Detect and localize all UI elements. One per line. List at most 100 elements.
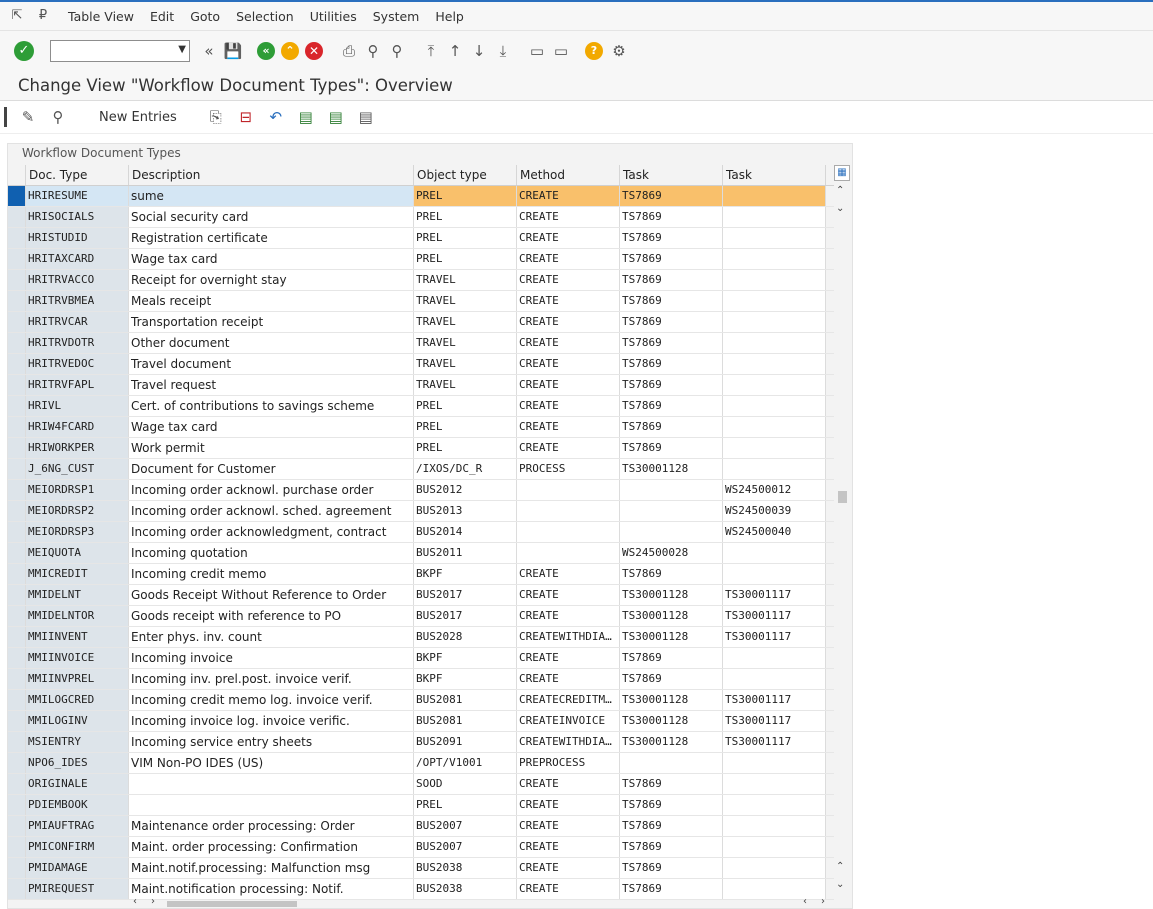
task-2-cell[interactable] [723,648,826,668]
description-cell[interactable]: VIM Non-PO IDES (US) [129,753,414,773]
select-block-icon[interactable]: ▤ [325,106,347,128]
scroll-page-down-icon[interactable]: ⌄ [836,879,844,890]
row-selector[interactable] [8,375,26,395]
method-cell[interactable]: CREATE [517,417,620,437]
row-selector[interactable] [8,774,26,794]
doc-type-cell[interactable]: HRIW4FCARD [26,417,129,437]
description-cell[interactable]: Meals receipt [129,291,414,311]
row-selector[interactable] [8,354,26,374]
task-2-cell[interactable] [723,396,826,416]
task-cell[interactable]: TS7869 [620,207,723,227]
task-cell[interactable]: TS7869 [620,564,723,584]
menu-utilities[interactable]: Utilities [310,9,357,24]
task-2-cell[interactable] [723,564,826,584]
customize-layout-icon[interactable]: ₽ [34,9,52,23]
table-row[interactable]: MMIINVOICE Incoming invoice BKPF CREATE TS78… [8,648,834,669]
object-type-cell[interactable]: TRAVEL [414,333,517,353]
task-cell[interactable]: TS7869 [620,795,723,815]
doc-type-cell[interactable]: PDIEMBOOK [26,795,129,815]
row-selector[interactable] [8,291,26,311]
row-selector[interactable] [8,711,26,731]
method-cell[interactable]: CREATE [517,669,620,689]
doc-type-cell[interactable]: MMIINVPREL [26,669,129,689]
description-cell[interactable]: Cert. of contributions to savings scheme [129,396,414,416]
row-selector[interactable] [8,753,26,773]
task-2-cell[interactable] [723,816,826,836]
description-cell[interactable]: Receipt for overnight stay [129,270,414,290]
task-cell[interactable]: TS30001128 [620,606,723,626]
task-cell[interactable]: TS7869 [620,669,723,689]
select-all-icon[interactable]: ▤ [295,106,317,128]
doc-type-cell[interactable]: HRITAXCARD [26,249,129,269]
task-cell[interactable]: TS30001128 [620,711,723,731]
row-selector[interactable] [8,669,26,689]
enter-button[interactable]: ✓ [14,40,36,62]
task-cell[interactable]: WS24500028 [620,543,723,563]
doc-type-cell[interactable]: MEIORDRSP3 [26,522,129,542]
table-row[interactable]: HRISTUDID Registration certificate PREL CRE… [8,228,834,249]
help-button[interactable]: ? [584,40,606,62]
object-type-cell[interactable]: BUS2091 [414,732,517,752]
task-cell[interactable]: TS7869 [620,774,723,794]
task-2-cell[interactable] [723,459,826,479]
doc-type-cell[interactable]: PMIAUFTRAG [26,816,129,836]
description-cell[interactable]: Work permit [129,438,414,458]
object-type-cell[interactable]: TRAVEL [414,270,517,290]
table-row[interactable]: MEIORDRSP2 Incoming order acknowl. sched.… [8,501,834,522]
doc-type-cell[interactable]: MSIENTRY [26,732,129,752]
method-cell[interactable]: CREATE [517,879,620,899]
method-cell[interactable]: CREATEINVOICE [517,711,620,731]
method-cell[interactable]: CREATEWITHDIA… [517,732,620,752]
task-2-cell[interactable] [723,333,826,353]
doc-type-cell[interactable]: HRITRVDOTR [26,333,129,353]
undo-change-icon[interactable]: ↶ [265,106,287,128]
doc-type-cell[interactable]: J_6NG_CUST [26,459,129,479]
menu-goto[interactable]: Goto [190,9,220,24]
display-change-icon[interactable]: ✎ [17,106,39,128]
description-cell[interactable]: Goods Receipt Without Reference to Order [129,585,414,605]
task-2-cell[interactable]: TS30001117 [723,711,826,731]
task-cell[interactable]: TS7869 [620,354,723,374]
object-type-cell[interactable]: BUS2014 [414,522,517,542]
table-row[interactable]: MEIORDRSP3 Incoming order acknowledgment,… [8,522,834,543]
description-cell[interactable]: Registration certificate [129,228,414,248]
task-cell[interactable]: TS7869 [620,291,723,311]
object-type-cell[interactable]: TRAVEL [414,291,517,311]
description-cell[interactable]: Wage tax card [129,417,414,437]
object-type-cell[interactable]: BUS2007 [414,816,517,836]
generate-shortcut-icon[interactable]: ▭ [550,40,572,62]
task-2-cell[interactable] [723,417,826,437]
find-icon[interactable]: ⚲ [362,40,384,62]
method-cell[interactable] [517,480,620,500]
doc-type-cell[interactable]: MMILOGINV [26,711,129,731]
last-page-icon[interactable]: ⤓ [492,40,514,62]
table-row[interactable]: PMIREQUEST Maint.notification processing:… [8,879,834,900]
description-cell[interactable]: Social security card [129,207,414,227]
command-field[interactable]: ▼ [50,39,190,62]
task-cell[interactable]: TS7869 [620,648,723,668]
exit-menu-icon[interactable]: ⇱ [8,9,26,23]
table-row[interactable]: MMICREDIT Incoming credit memo BKPF CREATE T… [8,564,834,585]
vertical-scrollbar[interactable]: ⌃ ⌄ ⌃ ⌄ [832,185,852,895]
task-2-cell[interactable]: WS24500039 [723,501,826,521]
task-2-cell[interactable] [723,438,826,458]
task-cell[interactable]: TS7869 [620,228,723,248]
column-header-method[interactable]: Method [517,165,620,185]
menu-help[interactable]: Help [435,9,464,24]
deselect-all-icon[interactable]: ▤ [355,106,377,128]
table-row[interactable]: MMILOGCRED Incoming credit memo log. invo… [8,690,834,711]
row-selector[interactable] [8,312,26,332]
row-selector[interactable] [8,606,26,626]
method-cell[interactable]: CREATE [517,774,620,794]
doc-type-cell[interactable]: HRIVL [26,396,129,416]
cancel-button[interactable]: ✕ [304,40,326,62]
method-cell[interactable]: CREATE [517,249,620,269]
row-selector[interactable] [8,417,26,437]
task-cell[interactable] [620,753,723,773]
table-row[interactable]: HRITRVCAR Transportation receipt TRAVEL CRE… [8,312,834,333]
table-row[interactable]: PDIEMBOOK PREL CREATE TS7869 [8,795,834,816]
column-header-object-type[interactable]: Object type [414,165,517,185]
object-type-cell[interactable]: SOOD [414,774,517,794]
task-2-cell[interactable] [723,228,826,248]
object-type-cell[interactable]: BKPF [414,648,517,668]
